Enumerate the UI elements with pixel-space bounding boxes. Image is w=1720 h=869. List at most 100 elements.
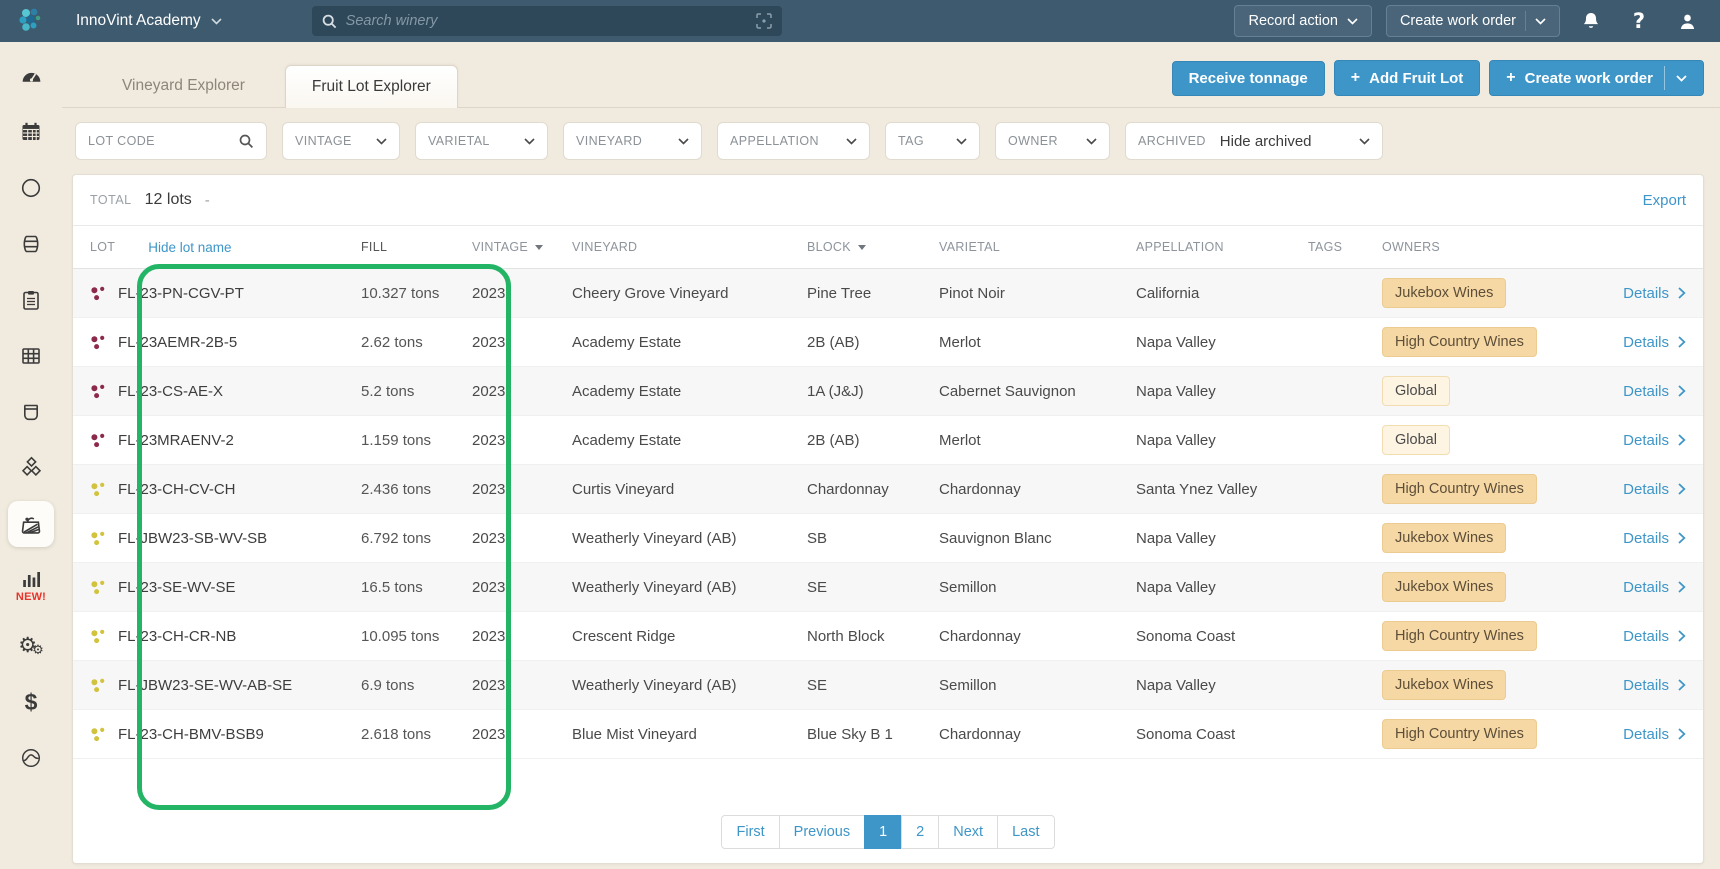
pagination-page-1[interactable]: 1 xyxy=(864,815,902,849)
search-bar xyxy=(312,6,782,36)
details-link[interactable]: Details xyxy=(1623,628,1686,645)
search-icon xyxy=(239,134,254,149)
vintage-cell: 2023 xyxy=(472,481,572,498)
appellation-filter[interactable]: APPELLATION xyxy=(717,122,870,160)
details-link[interactable]: Details xyxy=(1623,677,1686,694)
bin-vessel-icon xyxy=(19,400,43,424)
vintage-cell: 2023 xyxy=(472,285,572,302)
sidebar-item-vessels[interactable] xyxy=(0,384,62,440)
lot-cell[interactable]: FL-23AEMR-2B-5 xyxy=(90,334,361,351)
details-link[interactable]: Details xyxy=(1623,334,1686,351)
fruit-lot-table-card: TOTAL 12 lots - Export LOT Hide lot name… xyxy=(72,174,1704,864)
fill-cell: 10.327 tons xyxy=(361,285,472,302)
details-link[interactable]: Details xyxy=(1623,383,1686,400)
create-work-order-topbar-button[interactable]: Create work order xyxy=(1386,5,1560,37)
notifications-bell-icon[interactable] xyxy=(1574,11,1608,32)
chevron-right-icon xyxy=(1678,287,1686,299)
sidebar-item-settings[interactable]: ⚙⚙ xyxy=(0,618,62,674)
tab-vineyard-explorer[interactable]: Vineyard Explorer xyxy=(96,65,271,107)
details-label: Details xyxy=(1623,579,1669,596)
lot-cell[interactable]: FL-23-CS-AE-X xyxy=(90,383,361,400)
export-link[interactable]: Export xyxy=(1643,192,1686,209)
search-input[interactable] xyxy=(346,13,747,29)
pagination-previous[interactable]: Previous xyxy=(779,815,865,849)
sidebar-item-cases[interactable] xyxy=(0,440,62,496)
sidebar-item-explore[interactable] xyxy=(0,730,62,786)
owners-cell: Global xyxy=(1382,425,1623,455)
chevron-down-icon[interactable] xyxy=(1676,75,1687,82)
block-cell: 2B (AB) xyxy=(807,334,939,351)
create-work-order-button[interactable]: + Create work order xyxy=(1489,60,1704,96)
owner-badge: Jukebox Wines xyxy=(1382,523,1506,553)
sidebar-item-barrels[interactable] xyxy=(0,216,62,272)
details-link[interactable]: Details xyxy=(1623,530,1686,547)
help-glyph: ? xyxy=(1633,9,1645,33)
lot-code-input[interactable] xyxy=(88,134,239,148)
add-fruit-lot-button[interactable]: + Add Fruit Lot xyxy=(1334,60,1480,96)
pagination-last[interactable]: Last xyxy=(997,815,1054,849)
sidebar-item-fruit-lots[interactable] xyxy=(0,496,62,552)
appellation-cell: Napa Valley xyxy=(1136,677,1308,694)
varietal-filter[interactable]: VARIETAL xyxy=(415,122,548,160)
archived-filter[interactable]: ARCHIVED Hide archived xyxy=(1125,122,1383,160)
details-link[interactable]: Details xyxy=(1623,579,1686,596)
pagination-page-2[interactable]: 2 xyxy=(901,815,939,849)
appellation-cell: Sonoma Coast xyxy=(1136,628,1308,645)
sidebar-item-tanks[interactable] xyxy=(0,160,62,216)
sidebar-item-calendar[interactable] xyxy=(0,104,62,160)
tag-filter[interactable]: TAG xyxy=(885,122,980,160)
vineyard-cell: Academy Estate xyxy=(572,432,807,449)
owner-badge: High Country Wines xyxy=(1382,621,1537,651)
lot-cell[interactable]: FL-23MRAENV-2 xyxy=(90,432,361,449)
hide-lot-name-link[interactable]: Hide lot name xyxy=(148,240,231,255)
lot-code: FL-JBW23-SB-WV-SB xyxy=(118,530,267,547)
pagination-next[interactable]: Next xyxy=(938,815,998,849)
button-divider xyxy=(1525,11,1526,31)
vintage-cell: 2023 xyxy=(472,677,572,694)
varietal-cell: Semillon xyxy=(939,579,1136,596)
fill-cell: 6.792 tons xyxy=(361,530,472,547)
owner-filter[interactable]: OWNER xyxy=(995,122,1110,160)
lot-cell[interactable]: FL-JBW23-SB-WV-SB xyxy=(90,530,361,547)
vintage-cell: 2023 xyxy=(472,628,572,645)
col-header-block[interactable]: BLOCK xyxy=(807,240,939,254)
sidebar-item-grid[interactable] xyxy=(0,328,62,384)
grape-cluster-icon xyxy=(90,628,107,645)
sidebar-item-work-orders[interactable] xyxy=(0,272,62,328)
lot-cell[interactable]: FL-23-SE-WV-SE xyxy=(90,579,361,596)
sidebar-item-reports[interactable]: NEW! xyxy=(0,552,62,618)
help-icon[interactable]: ? xyxy=(1622,9,1656,33)
record-action-button[interactable]: Record action xyxy=(1234,5,1371,37)
tab-fruit-lot-explorer[interactable]: Fruit Lot Explorer xyxy=(285,65,458,108)
receive-tonnage-button[interactable]: Receive tonnage xyxy=(1172,61,1325,96)
vintage-filter[interactable]: VINTAGE xyxy=(282,122,400,160)
sidebar-item-billing[interactable]: $ xyxy=(0,674,62,730)
lot-cell[interactable]: FL-23-CH-BMV-BSB9 xyxy=(90,726,361,743)
lot-cell[interactable]: FL-23-CH-CV-CH xyxy=(90,481,361,498)
lot-cell[interactable]: FL-23-CH-CR-NB xyxy=(90,628,361,645)
col-header-vintage[interactable]: VINTAGE xyxy=(472,240,572,254)
block-cell: Blue Sky B 1 xyxy=(807,726,939,743)
winery-switcher[interactable]: InnoVint Academy xyxy=(76,12,222,30)
block-cell: 2B (AB) xyxy=(807,432,939,449)
details-link[interactable]: Details xyxy=(1623,726,1686,743)
details-link[interactable]: Details xyxy=(1623,285,1686,302)
user-account-icon[interactable] xyxy=(1670,11,1704,32)
scan-icon[interactable] xyxy=(756,13,772,29)
lot-cell[interactable]: FL-JBW23-SE-WV-AB-SE xyxy=(90,677,361,694)
details-link[interactable]: Details xyxy=(1623,432,1686,449)
chevron-right-icon xyxy=(1678,581,1686,593)
vineyard-filter[interactable]: VINEYARD xyxy=(563,122,702,160)
varietal-cell: Semillon xyxy=(939,677,1136,694)
vintage-cell: 2023 xyxy=(472,432,572,449)
grape-cluster-icon xyxy=(90,334,107,351)
details-link[interactable]: Details xyxy=(1623,481,1686,498)
plus-icon: + xyxy=(1351,69,1360,87)
owners-cell: High Country Wines xyxy=(1382,474,1623,504)
lot-cell[interactable]: FL-23-PN-CGV-PT xyxy=(90,285,361,302)
chevron-down-icon[interactable] xyxy=(1535,18,1546,25)
table-row: FL-23-CH-BMV-BSB92.618 tons2023Blue Mist… xyxy=(73,710,1703,759)
winery-name: InnoVint Academy xyxy=(76,12,201,30)
pagination-first[interactable]: First xyxy=(721,815,779,849)
sidebar-item-dashboard[interactable] xyxy=(0,48,62,104)
